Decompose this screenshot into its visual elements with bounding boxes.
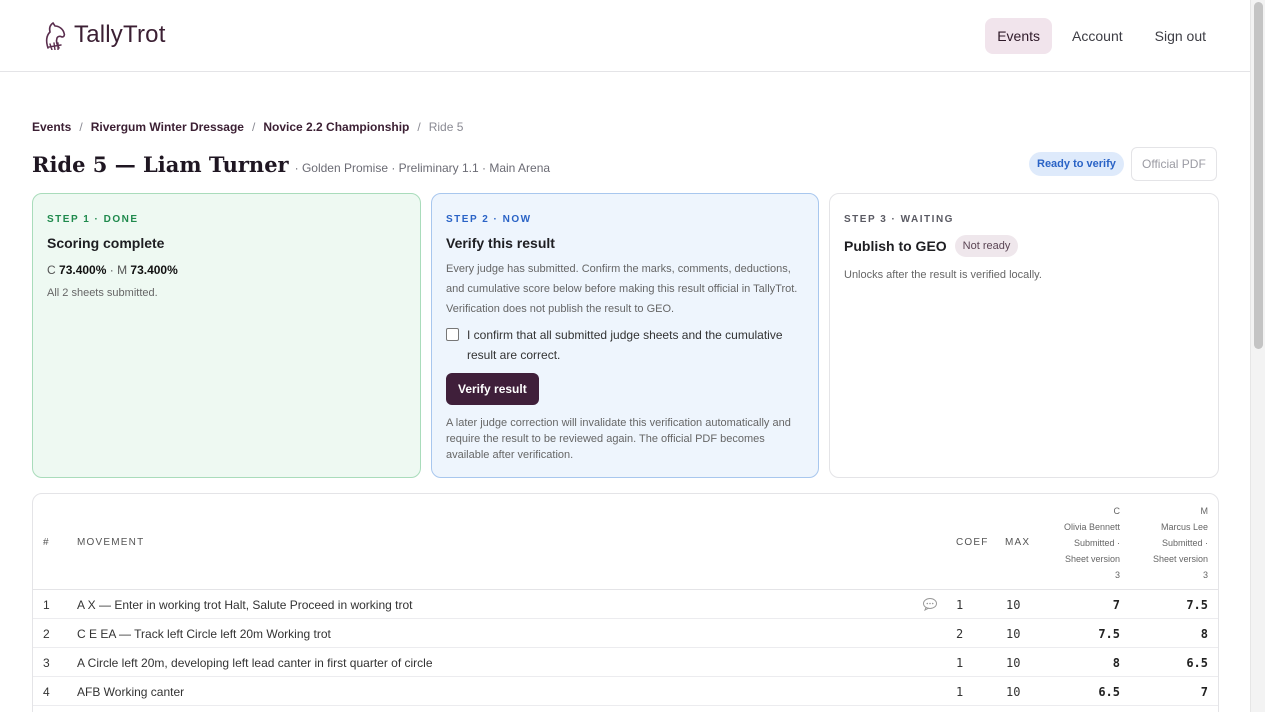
publish-note: Unlocks after the result is verified loc… [844,269,1042,281]
step-1-card: STEP 1 · DONE Scoring complete C 73.400%… [32,193,421,478]
step-3-eyebrow: STEP 3 · WAITING [844,214,954,225]
max-value: 10 [1006,685,1021,699]
main-nav: Events Account Sign out [985,18,1218,54]
nav-sign-out[interactable]: Sign out [1143,18,1218,54]
not-ready-badge: Not ready [954,235,1019,257]
c-score-cell: 8 [1112,656,1120,670]
nav-events[interactable]: Events [985,18,1053,54]
breadcrumb-separator: / [79,120,83,134]
judge-sheet-version-number: 3 [1202,570,1208,580]
m-score-cell: 8 [1200,627,1208,641]
breadcrumb-separator: / [251,120,256,134]
movement-text: A X — Enter in working trot Halt, Salute… [77,598,413,612]
table-row[interactable]: 2 C E EA — Track left Circle left 20m Wo… [33,619,1218,648]
step-3-title: Publish to GEO [844,238,947,254]
m-score-cell: 6.5 [1186,656,1208,670]
movements-table: # MOVEMENT COEF MAX C Olivia Bennett Sub… [32,493,1219,712]
movement-text: C E EA — Track left Circle left 20m Work… [77,627,331,641]
table-header: # MOVEMENT COEF MAX C Olivia Bennett Sub… [33,494,1218,590]
scores-summary: C 73.400% · M 73.400% [47,263,406,277]
step-2-heading: Verify this result [446,235,804,251]
judge-position: C [1113,506,1121,516]
page-scrollbar[interactable] [1250,0,1265,712]
movement-text: A Circle left 20m, developing left lead … [77,656,433,670]
breadcrumb-class[interactable]: Novice 2.2 Championship [263,120,409,134]
title-row: Ride 5 — Liam Turner · Golden Promise · … [32,152,550,177]
col-number: # [43,537,50,548]
status-badge: Ready to verify [1029,152,1124,176]
coef-value: 2 [956,627,964,641]
row-number: 2 [43,627,50,641]
c-score-cell: 7.5 [1098,627,1120,641]
max-value: 10 [1006,656,1021,670]
row-number: 4 [43,685,50,699]
judge-status: Submitted · [1161,538,1208,548]
max-value: 10 [1006,598,1021,612]
table-row[interactable]: 4 AFB Working canter 1 10 6.5 7 [33,677,1218,706]
step-3-heading: Publish to GEO Not ready [844,235,1204,257]
judge-sheet-version-number: 3 [1114,570,1120,580]
app-name: TallyTrot [74,21,166,48]
judge-sheet-version: Sheet version [1064,554,1120,564]
step-1-heading: Scoring complete [47,235,406,251]
m-label: · M [109,263,128,277]
movement-text: AFB Working canter [77,685,185,699]
judge-m-header: M Marcus Lee Submitted · Sheet version 3 [1118,503,1208,583]
breadcrumb-current: Ride 5 [428,120,464,134]
judge-sheet-version: Sheet version [1152,554,1208,564]
top-bar: TallyTrot Events Account Sign out [0,0,1250,72]
official-pdf-button[interactable]: Official PDF [1131,147,1217,181]
sheets-submitted-note: All 2 sheets submitted. [47,287,158,299]
nav-account[interactable]: Account [1060,18,1135,54]
judge-c-header: C Olivia Bennett Submitted · Sheet versi… [1030,503,1120,583]
judge-name: Marcus Lee [1160,522,1208,532]
coef-value: 1 [956,598,964,612]
breadcrumb-separator: / [417,120,421,134]
step-1-eyebrow: STEP 1 · DONE [47,214,139,225]
step-3-card: STEP 3 · WAITING Publish to GEO Not read… [829,193,1219,478]
judge-status: Submitted · [1073,538,1120,548]
confirm-label[interactable]: I confirm that all submitted judge sheet… [467,325,804,365]
coef-value: 1 [956,685,964,699]
c-score: 73.400% [59,263,107,277]
c-score-cell: 7 [1112,598,1120,612]
max-value: 10 [1006,627,1021,641]
judge-name: Olivia Bennett [1063,522,1120,532]
col-movement: MOVEMENT [77,537,145,548]
col-max: MAX [1005,537,1031,548]
breadcrumb-event[interactable]: Rivergum Winter Dressage [91,120,244,134]
confirm-checkbox[interactable] [446,328,459,341]
breadcrumb: Events / Rivergum Winter Dressage / Novi… [32,120,463,134]
row-number: 1 [43,598,50,612]
confirm-row[interactable]: I confirm that all submitted judge sheet… [446,325,804,365]
col-coef: COEF [956,537,989,548]
scrollbar-thumb[interactable] [1254,2,1263,349]
verification-note: A later judge correction will invalidate… [446,417,791,461]
table-row[interactable]: 1 A X — Enter in working trot Halt, Salu… [33,590,1218,619]
brand-logo[interactable]: TallyTrot [40,20,166,50]
step-2-title: Verify this result [446,235,555,251]
page-title: Ride 5 — Liam Turner [32,152,289,177]
step-2-card: STEP 2 · NOW Verify this result Every ju… [431,193,819,478]
horse-head-icon [45,21,66,50]
verify-instructions: Every judge has submitted. Confirm the m… [446,263,798,315]
table-row[interactable]: 3 A Circle left 20m, developing left lea… [33,648,1218,677]
comment-icon[interactable] [922,597,938,611]
coef-value: 1 [956,656,964,670]
m-score: 73.400% [130,263,178,277]
verify-result-button[interactable]: Verify result [446,373,539,405]
ride-meta: · Golden Promise · Preliminary 1.1 · Mai… [294,161,551,175]
row-number: 3 [43,656,50,670]
breadcrumb-events[interactable]: Events [32,120,71,134]
c-label: C [47,263,56,277]
step-1-title: Scoring complete [47,235,165,251]
judge-position: M [1200,506,1209,516]
step-2-eyebrow: STEP 2 · NOW [446,214,532,225]
m-score-cell: 7.5 [1186,598,1208,612]
c-score-cell: 6.5 [1098,685,1120,699]
m-score-cell: 7 [1200,685,1208,699]
